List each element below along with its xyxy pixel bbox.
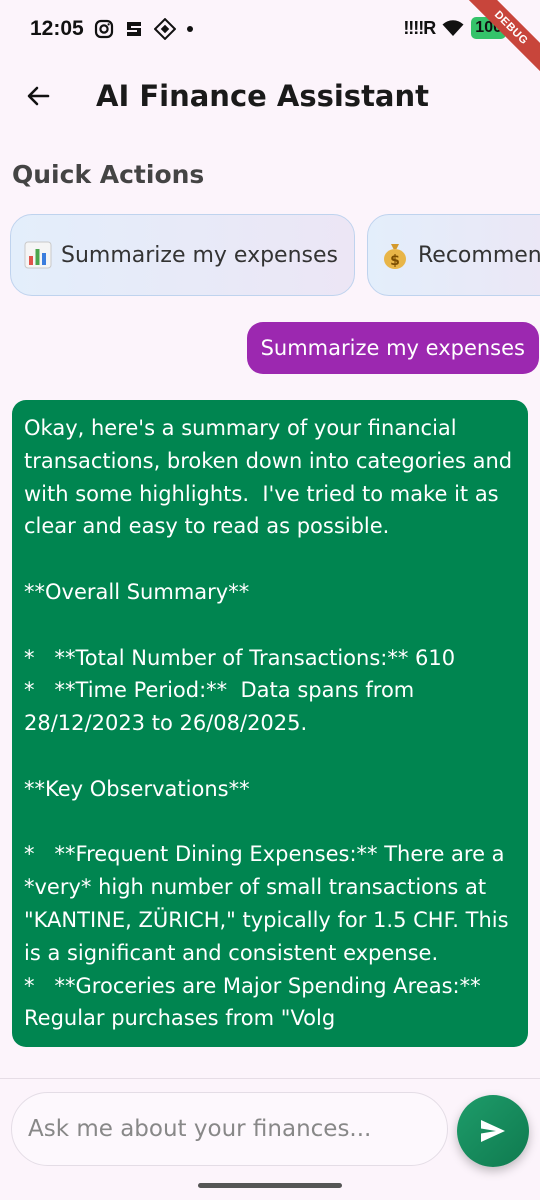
assistant-message-bubble: Okay, here's a summary of your financial… bbox=[12, 400, 528, 1048]
quick-action-summarize-expenses[interactable]: Summarize my expenses bbox=[10, 214, 355, 296]
status-bar: 12:05 !!!!R 100 DEBUG bbox=[0, 0, 540, 82]
quick-actions-row: Summarize my expenses $ Recommen bbox=[10, 214, 540, 296]
quick-actions-title: Quick Actions bbox=[12, 160, 205, 189]
back-arrow-icon bbox=[27, 86, 50, 106]
chat-messages[interactable]: Summarize my expenses Okay, here's a sum… bbox=[0, 306, 540, 1078]
send-button[interactable] bbox=[457, 1095, 529, 1167]
dot-icon bbox=[187, 26, 193, 32]
app-bar: AI Finance Assistant bbox=[0, 60, 540, 136]
instagram-icon bbox=[94, 19, 114, 39]
wifi-icon bbox=[442, 20, 464, 36]
notification-icons bbox=[94, 18, 194, 40]
money-bag-icon: $ bbox=[384, 244, 406, 269]
quick-action-recommend[interactable]: $ Recommen bbox=[367, 214, 540, 296]
screen: 12:05 !!!!R 100 DEBUG AI Finance Assista… bbox=[0, 0, 540, 1200]
chat-input[interactable] bbox=[11, 1092, 448, 1166]
quick-action-label: Summarize my expenses bbox=[61, 242, 338, 268]
svg-text:$: $ bbox=[390, 253, 400, 269]
quick-action-label: Recommen bbox=[418, 242, 540, 268]
send-icon bbox=[481, 1120, 505, 1142]
signal-icon: !!!!R bbox=[403, 17, 436, 38]
home-indicator[interactable] bbox=[198, 1183, 342, 1188]
user-message-bubble: Summarize my expenses bbox=[246, 322, 539, 374]
page-title: AI Finance Assistant bbox=[96, 79, 430, 113]
app-notification-icon bbox=[127, 22, 141, 36]
back-button[interactable] bbox=[16, 74, 60, 118]
diamond-app-icon bbox=[154, 18, 176, 40]
bar-chart-icon bbox=[24, 241, 52, 269]
status-time: 12:05 bbox=[30, 17, 84, 40]
input-bar bbox=[0, 1078, 540, 1200]
